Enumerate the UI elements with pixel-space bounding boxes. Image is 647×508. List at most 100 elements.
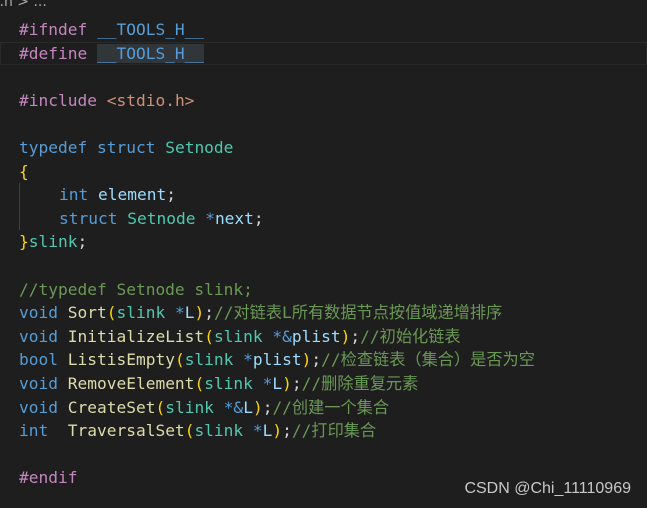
breadcrumb[interactable]: t.h > ... <box>0 0 47 10</box>
code-token: ( <box>184 421 195 441</box>
code-line[interactable] <box>0 65 647 89</box>
code-line[interactable] <box>0 443 647 467</box>
code-token: bool <box>19 350 68 370</box>
code-token: slink <box>204 373 263 393</box>
code-token: __TOOLS_H__ <box>96 43 205 63</box>
code-token: <stdio.h> <box>106 90 195 110</box>
code-token: slink <box>28 232 78 252</box>
code-token: ( <box>204 326 214 346</box>
code-token: //初始化链表 <box>360 326 461 346</box>
code-token: *& <box>223 397 244 417</box>
code-token: * <box>174 303 185 323</box>
code-line[interactable]: struct Setnode *next; <box>0 206 647 231</box>
code-token: slink <box>194 421 253 441</box>
code-token: * <box>205 208 215 228</box>
chevron-right-icon: > <box>17 0 29 10</box>
code-token: ; <box>166 185 176 205</box>
breadcrumb-more[interactable]: ... <box>33 0 46 10</box>
code-token: ; <box>291 373 302 393</box>
code-line[interactable]: int element; <box>0 183 647 207</box>
code-token: #include <box>19 90 107 110</box>
code-line[interactable]: void RemoveElement(slink *L);//删除重复元素 <box>0 372 647 396</box>
code-token: L <box>243 397 253 417</box>
code-line[interactable]: }slink; <box>0 230 647 254</box>
code-token: int <box>58 185 98 205</box>
code-token: slink <box>165 397 224 417</box>
code-line[interactable]: void Sort(slink *L);//对链表L所有数据节点按值域递增排序 <box>0 301 647 325</box>
code-token: element <box>97 185 167 205</box>
code-token: L <box>184 303 195 323</box>
code-line[interactable]: void CreateSet(slink *&L);//创建一个集合 <box>0 396 647 420</box>
code-token: ; <box>204 303 214 323</box>
code-token: next <box>214 208 254 228</box>
code-token: slink <box>184 350 244 370</box>
code-line[interactable]: #define __TOOLS_H__ <box>0 42 647 66</box>
code-token: //创建一个集合 <box>272 397 390 417</box>
code-token: ) <box>301 350 312 370</box>
code-token: ) <box>340 326 351 346</box>
code-token: ; <box>282 421 292 441</box>
code-token: ; <box>253 208 264 228</box>
code-token: L <box>272 373 283 393</box>
code-token: ; <box>311 350 322 370</box>
code-token: #define <box>19 43 97 63</box>
code-token: RemoveElement <box>67 373 195 393</box>
code-token: } <box>19 232 29 252</box>
code-token: //打印集合 <box>291 421 377 441</box>
code-token: ListisEmpty <box>67 350 175 370</box>
code-token: * <box>252 421 263 441</box>
code-line[interactable] <box>0 112 647 136</box>
code-token: *& <box>272 326 292 346</box>
code-token: typedef <box>19 137 97 157</box>
code-token: { <box>19 161 29 181</box>
code-token: //删除重复元素 <box>301 373 419 393</box>
code-token: __TOOLS_H__ <box>96 20 205 39</box>
code-line[interactable]: #include <stdio.h> <box>0 89 647 113</box>
code-token: Sort <box>67 303 107 323</box>
code-line[interactable]: void InitializeList(slink *&plist);//初始化… <box>0 325 647 349</box>
code-token: slink <box>116 303 175 323</box>
indent-guide <box>19 206 59 231</box>
code-token: ( <box>194 373 205 393</box>
code-line[interactable]: int TraversalSet(slink *L);//打印集合 <box>0 419 647 443</box>
code-token: //typedef Setnode slink; <box>19 279 253 299</box>
code-line[interactable]: #ifndef __TOOLS_H__ <box>0 18 647 42</box>
code-line[interactable] <box>0 254 647 278</box>
code-token: plist <box>252 350 302 370</box>
code-line[interactable]: { <box>0 160 647 184</box>
code-token: void <box>19 373 68 393</box>
indent-guide <box>19 183 59 207</box>
code-token: #ifndef <box>19 20 97 39</box>
code-line[interactable]: typedef struct Setnode <box>0 136 647 160</box>
code-token: void <box>19 303 68 323</box>
breadcrumb-file[interactable]: t.h <box>0 0 13 10</box>
code-token: //检查链表（集合）是否为空 <box>321 350 535 370</box>
code-token: void <box>19 397 68 417</box>
code-token: ; <box>262 397 273 417</box>
code-token: * <box>243 350 253 370</box>
code-token: ) <box>282 373 292 393</box>
code-line[interactable]: bool ListisEmpty(slink *plist);//检查链表（集合… <box>0 348 647 372</box>
code-token: InitializeList <box>67 326 205 346</box>
code-token: Setnode <box>127 208 206 228</box>
code-token: plist <box>291 326 341 346</box>
watermark: CSDN @Chi_11110969 <box>464 480 631 497</box>
code-token: ) <box>272 421 283 441</box>
code-token: Setnode <box>165 137 234 157</box>
code-token: CreateSet <box>67 397 156 417</box>
code-token: //对链表L所有数据节点按值域递增排序 <box>213 303 503 323</box>
code-token: ( <box>155 397 166 417</box>
code-token: slink <box>213 326 273 346</box>
code-token: #endif <box>19 468 78 488</box>
code-token: struct <box>58 208 128 228</box>
code-token: ; <box>350 326 361 346</box>
code-token: ) <box>194 303 205 323</box>
code-editor[interactable]: #ifndef __TOOLS_H__ #define __TOOLS_H__ #i… <box>0 18 647 490</box>
code-token: struct <box>96 137 166 157</box>
code-line[interactable]: //typedef Setnode slink; <box>0 278 647 302</box>
code-token: ; <box>77 232 88 252</box>
code-token: L <box>262 421 273 441</box>
code-token: void <box>19 326 68 346</box>
code-token: ( <box>106 303 117 323</box>
code-token: ) <box>252 397 263 417</box>
